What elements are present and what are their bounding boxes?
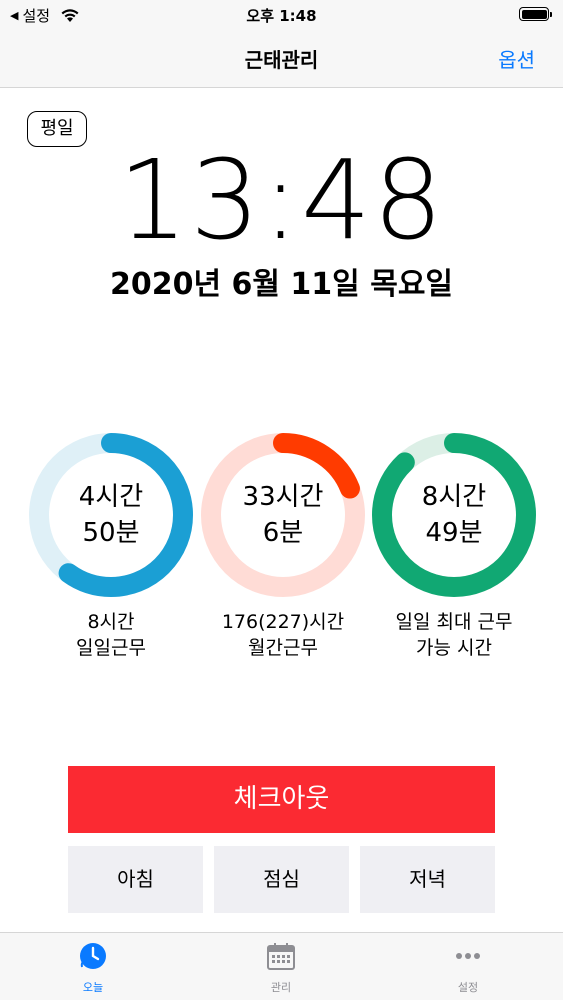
page-title: 근태관리 [244,48,319,72]
daily-work-caption: 8시간 일일근무 [16,609,206,661]
options-button[interactable]: 옵션 [498,44,535,73]
tab-manage-label: 관리 [270,981,292,994]
tab-today-label: 오늘 [82,981,104,994]
clock-icon [80,943,106,969]
caption-line-2: 가능 시간 [416,637,492,659]
ring-hours: 8시간 [421,482,487,512]
tab-settings[interactable]: 설정 [408,941,528,995]
date-display: 2020년 6월 11일 목요일 [109,267,454,302]
clock-display: 13:48 [117,136,445,264]
ring-hours: 4시간 [78,482,144,512]
status-bar: ◀ 설정 오후 1:48 [0,0,563,28]
ring-minutes: 49분 [425,518,483,548]
battery-icon [519,7,552,21]
ring-minutes: 50분 [82,518,140,548]
monthly-work-caption: 176(227)시간 월간근무 [188,609,378,661]
ring-minutes: 6분 [262,518,304,548]
tab-manage[interactable]: 관리 [221,941,341,995]
ring-hours: 33시간 [242,482,324,512]
status-time: 오후 1:48 [246,7,317,25]
caption-line-1: 176(227)시간 [221,611,345,633]
calendar-icon [267,943,295,970]
max-work-caption: 일일 최대 근무 가능 시간 [359,609,549,661]
tab-settings-label: 설정 [457,981,479,994]
caption-line-1: 일일 최대 근무 [395,611,513,633]
checkout-button[interactable]: 체크아웃 [68,766,495,833]
max-work-ring: 8시간 49분 [371,432,537,598]
tab-today[interactable]: 오늘 [33,941,153,995]
caption-line-1: 8시간 [87,611,135,633]
daily-work-ring: 4시간 50분 [28,432,194,598]
dinner-button[interactable]: 저녁 [360,846,495,913]
caption-line-2: 일일근무 [76,637,146,659]
navigation-bar: 근태관리 옵션 [0,28,563,88]
monthly-work-ring: 33시간 6분 [200,432,366,598]
more-dots-icon [456,953,480,959]
caption-line-2: 월간근무 [248,637,318,659]
tab-bar: 오늘 관리 설정 [0,932,563,1000]
breakfast-button[interactable]: 아침 [68,846,203,913]
lunch-button[interactable]: 점심 [214,846,349,913]
